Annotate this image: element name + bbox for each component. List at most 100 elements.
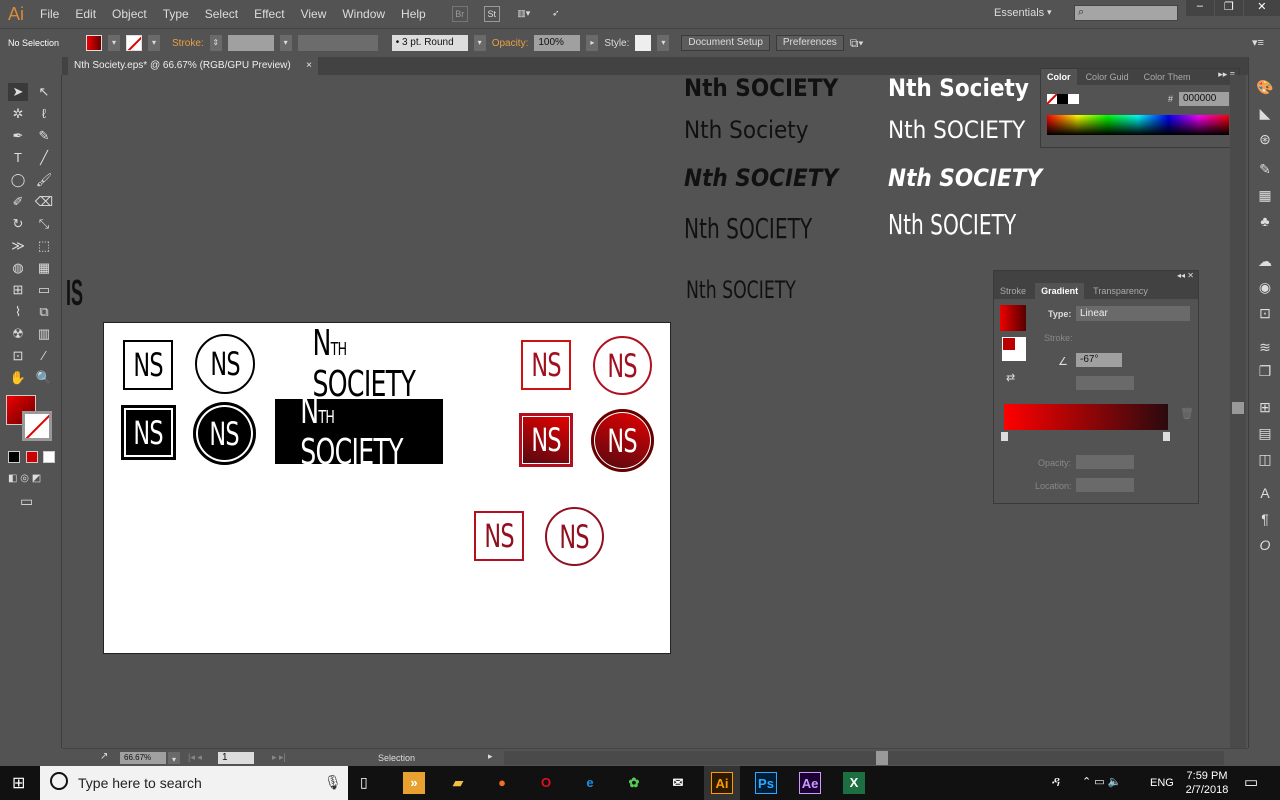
gradient-slider[interactable] — [1004, 404, 1168, 430]
opacity-field[interactable]: 100% — [534, 35, 581, 51]
stroke-color-box[interactable] — [22, 411, 52, 441]
transform-icon[interactable]: ⊞ — [1255, 399, 1275, 417]
gradient-mode-icon[interactable] — [26, 451, 38, 463]
zoom-dropdown[interactable]: ▾ — [168, 752, 180, 764]
taskbar-search-box[interactable]: Type here to search 🎙 — [40, 766, 348, 800]
wordmark-light-4[interactable]: Nth SOCIETY — [888, 208, 1016, 241]
ellipse-tool-icon[interactable]: ◯ — [8, 171, 28, 189]
photoshop-taskbar-icon[interactable]: Ps — [755, 772, 777, 794]
column-graph-tool-icon[interactable]: ▥ — [34, 325, 54, 343]
tray-icons[interactable]: ⌃ ▭ 🔈 — [1082, 775, 1121, 788]
paragraph-icon[interactable]: ¶ — [1255, 511, 1275, 529]
next-artboard-icon[interactable]: ▸ ▸| — [272, 752, 286, 763]
symbol-sprayer-tool-icon[interactable]: ☢ — [8, 325, 28, 343]
brushes-icon[interactable]: ✎ — [1255, 161, 1275, 179]
menu-effect[interactable]: Effect — [246, 7, 292, 21]
wordmark-dark-4[interactable]: Nth SOCIETY — [684, 212, 812, 245]
fill-stroke-indicator[interactable] — [1002, 337, 1026, 361]
reverse-gradient-icon[interactable]: ⇄ — [1006, 371, 1015, 384]
horizontal-scrollbar[interactable] — [504, 751, 1224, 765]
scroll-thumb[interactable] — [1232, 402, 1244, 414]
gradient-preview-swatch[interactable] — [1000, 305, 1026, 331]
minimize-button[interactable]: – — [1186, 0, 1214, 16]
menu-object[interactable]: Object — [104, 7, 155, 21]
panel-header[interactable]: ◂◂ ✕ — [994, 271, 1198, 283]
network-app-icon[interactable]: ✿ — [623, 772, 645, 794]
tab-stroke[interactable]: Stroke — [994, 283, 1032, 299]
direct-selection-tool-icon[interactable]: ↖ — [34, 83, 54, 101]
pathfinder-icon[interactable]: ◫ — [1255, 451, 1275, 469]
libraries-icon[interactable]: ☁ — [1255, 253, 1275, 271]
restore-button[interactable]: ❐ — [1214, 0, 1243, 16]
opentype-icon[interactable]: O — [1255, 537, 1275, 555]
panel-menu-icon[interactable]: ▾≡ — [1252, 36, 1264, 49]
hand-tool-icon[interactable]: ✋ — [8, 369, 28, 387]
none-mode-icon[interactable] — [43, 451, 55, 463]
delete-stop-icon[interactable]: 🗑 — [1180, 407, 1194, 420]
opacity-arrow[interactable]: ▸ — [586, 35, 599, 51]
free-transform-tool-icon[interactable]: ⬚ — [34, 237, 54, 255]
people-icon[interactable]: ዳ — [1052, 774, 1060, 790]
menu-file[interactable]: File — [32, 7, 67, 21]
appearance-icon[interactable]: ◉ — [1255, 279, 1275, 297]
menu-help[interactable]: Help — [393, 7, 434, 21]
logo-circle-filled[interactable]: NS — [193, 402, 256, 465]
menu-select[interactable]: Select — [197, 7, 246, 21]
arrange-documents-icon[interactable]: ▥▾ — [516, 6, 532, 22]
style-swatch[interactable] — [635, 35, 652, 51]
line-tool-icon[interactable]: ╱ — [34, 149, 54, 167]
logo-circle-outline[interactable]: NS — [195, 334, 255, 394]
tab-color-guide[interactable]: Color Guid — [1080, 69, 1135, 85]
type-tool-icon[interactable]: T — [8, 149, 28, 167]
task-view-icon[interactable]: ▯ — [360, 774, 368, 791]
file-explorer-icon[interactable]: ▰ — [447, 772, 469, 794]
status-menu-arrow[interactable]: ▸ — [488, 751, 493, 762]
close-tab-icon[interactable]: × — [306, 57, 312, 75]
hex-input[interactable]: 000000 — [1179, 92, 1229, 106]
opera-icon[interactable]: O — [535, 772, 557, 794]
logo-circle-red-outline[interactable]: NS — [593, 336, 652, 395]
wordmark-dark-2[interactable]: Nth Society — [684, 116, 808, 144]
perspective-grid-tool-icon[interactable]: ▦ — [34, 259, 54, 277]
gpu-performance-icon[interactable]: ➶ — [548, 6, 564, 22]
edge-icon[interactable]: e — [579, 772, 601, 794]
blend-tool-icon[interactable]: ⧉ — [34, 303, 54, 321]
logo-wordmark[interactable]: NTH SOCIETY — [290, 323, 440, 405]
pen-tool-icon[interactable]: ✒ — [8, 127, 28, 145]
slice-tool-icon[interactable]: ⁄ — [34, 347, 54, 365]
brush-field[interactable]: • 3 pt. Round — [391, 35, 468, 51]
character-icon[interactable]: A — [1255, 485, 1275, 503]
brush-dropdown[interactable]: ▾ — [473, 35, 486, 51]
bridge-button[interactable]: Br — [451, 6, 468, 22]
logo-square-red-gradient[interactable]: NS — [519, 413, 573, 467]
black-swatch[interactable] — [1057, 94, 1068, 104]
windows-start-icon[interactable]: ⊞ — [12, 773, 25, 793]
wordmark-dark-5[interactable]: Nth SOCIETY — [686, 276, 796, 304]
logo-circle-red-small[interactable]: NS — [545, 507, 604, 566]
gradient-type-select[interactable]: Linear — [1076, 306, 1190, 321]
color-mode-icon[interactable] — [8, 451, 20, 463]
chevron-down-icon[interactable]: ▾ — [1047, 7, 1052, 18]
screen-mode-icon[interactable]: ▭ — [20, 493, 33, 510]
downloader-app-icon[interactable]: » — [403, 772, 425, 794]
artboard-number-field[interactable]: 1 — [218, 752, 254, 764]
clock[interactable]: 7:59 PM 2/7/2018 — [1184, 769, 1230, 797]
magic-wand-tool-icon[interactable]: ✲ — [8, 105, 28, 123]
gradient-tool-icon[interactable]: ▭ — [34, 281, 54, 299]
angle-input[interactable]: -67° — [1076, 353, 1122, 367]
tab-color-themes[interactable]: Color Them — [1138, 69, 1197, 85]
align-icon[interactable]: ▤ — [1255, 425, 1275, 443]
eyedropper-tool-icon[interactable]: ⌇ — [8, 303, 28, 321]
menu-type[interactable]: Type — [155, 7, 197, 21]
language-indicator[interactable]: ENG — [1150, 777, 1174, 789]
stroke-dropdown[interactable]: ▾ — [148, 35, 160, 51]
menu-window[interactable]: Window — [334, 7, 393, 21]
stroke-stepper[interactable]: ⇕ — [209, 35, 222, 51]
tab-gradient[interactable]: Gradient — [1035, 283, 1085, 299]
scroll-thumb[interactable] — [876, 751, 888, 765]
opacity-label[interactable]: Opacity: — [492, 38, 529, 49]
search-input[interactable]: ⌕ — [1074, 5, 1178, 21]
selection-tool-icon[interactable]: ➤ — [8, 83, 28, 101]
drawing-modes-icon[interactable]: ◧ ◎ ◩ — [8, 473, 54, 485]
scale-tool-icon[interactable]: ⤡ — [34, 215, 54, 233]
